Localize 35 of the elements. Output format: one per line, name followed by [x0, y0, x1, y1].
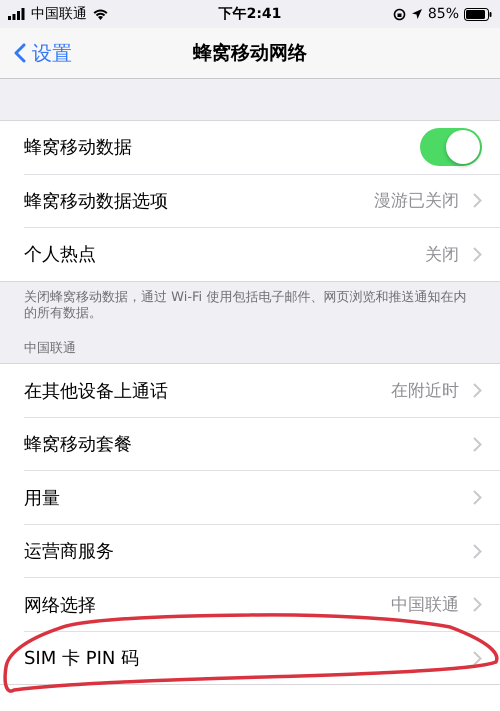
row-label: 运营商服务 [24, 540, 114, 564]
back-chevron-icon [14, 43, 26, 63]
row-value: 在附近时 [391, 380, 459, 402]
row-label: 网络选择 [24, 594, 96, 617]
row-value: 关闭 [425, 244, 459, 266]
chevron-icon [473, 490, 482, 506]
chevron-icon [473, 193, 482, 208]
chevron-icon [473, 436, 482, 452]
back-button[interactable]: 设置 [0, 38, 78, 68]
row-label: 蜂窝移动套餐 [24, 433, 132, 456]
row-value: 漫游已关闭 [374, 190, 459, 212]
chevron-icon [473, 246, 482, 262]
rotation-lock-icon [392, 8, 406, 20]
row-label: 个人热点 [24, 243, 96, 266]
battery-icon [464, 8, 492, 20]
toggle-switch[interactable] [420, 128, 482, 166]
row-label: 蜂窝移动数据 [24, 136, 132, 160]
wifi-icon [92, 8, 109, 20]
page-title: 蜂窝移动网络 [193, 41, 307, 66]
row-label: 蜂窝移动数据选项 [24, 190, 168, 213]
location-icon [410, 8, 423, 20]
signal-icon [8, 8, 26, 20]
chevron-icon [473, 383, 482, 398]
row-label: 用量 [24, 486, 60, 510]
chevron-icon [473, 544, 482, 559]
chevron-icon [473, 650, 482, 666]
row-label: 在其他设备上通话 [24, 380, 168, 403]
row-value: 中国联通 [391, 594, 459, 616]
battery-percent: 85% [428, 6, 459, 22]
carrier-name: 中国联通 [31, 5, 87, 23]
status-time: 下午2:41 [218, 5, 282, 23]
row-label: SIM 卡 PIN 码 [24, 647, 140, 670]
section-footer: 关闭蜂窝移动数据，通过 Wi-Fi 使用包括电子邮件、网页浏览和推送通知在内的所有数据。 [0, 282, 500, 324]
section-header: 中国联通 [23, 340, 77, 358]
chevron-icon [473, 597, 482, 612]
